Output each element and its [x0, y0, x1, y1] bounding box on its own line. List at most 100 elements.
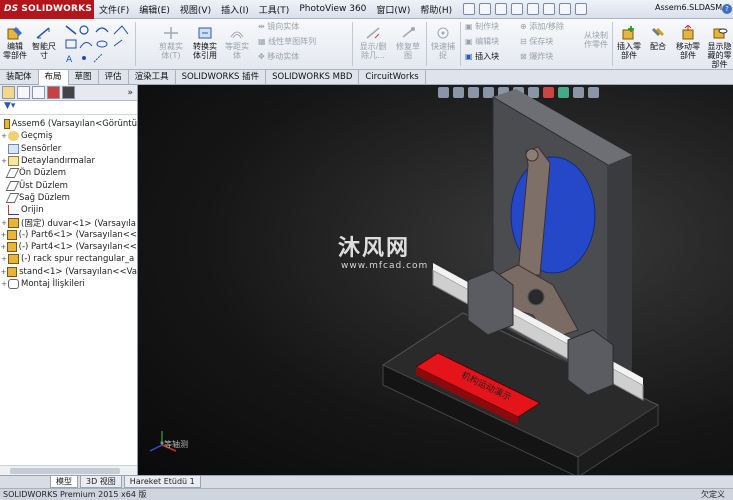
select-icon[interactable]	[543, 3, 556, 15]
display-manager-tab-icon[interactable]	[62, 86, 75, 99]
mirror-entities-button[interactable]: ⇹ 镜向实体	[258, 22, 338, 31]
configuration-tab-icon[interactable]	[32, 86, 45, 99]
expand-icon[interactable]: +	[0, 231, 7, 239]
explode-block-button[interactable]: ⊠ 爆炸块	[520, 52, 580, 61]
tree-item[interactable]: Assem6 (Varsayılan<Görüntü	[0, 118, 137, 130]
assembly-model[interactable]: 机构运动演示	[138, 85, 733, 475]
tree-item-label: Assem6 (Varsayılan<Görüntü	[11, 119, 137, 130]
tab-assembly[interactable]: 装配体	[0, 70, 39, 85]
insert-components-button[interactable]: 插入零 部件	[614, 25, 644, 60]
tree-item[interactable]: Sağ Düzlem	[0, 192, 137, 204]
part-icon	[7, 266, 18, 277]
menu-view[interactable]: 视图(V)	[175, 3, 216, 16]
scroll-thumb[interactable]	[10, 468, 120, 474]
expand-icon[interactable]: +	[0, 268, 7, 276]
help-icon[interactable]: ?	[722, 4, 732, 14]
solidworks-logo[interactable]: DS SOLIDWORKS	[0, 0, 94, 19]
tab-mbd[interactable]: SOLIDWORKS MBD	[266, 70, 360, 85]
plane-icon	[5, 180, 20, 191]
add-remove-button[interactable]: ⊕ 添加/移除	[520, 22, 580, 31]
tree-item[interactable]: + (-) Part4<1> (Varsayılan<<	[0, 241, 137, 253]
tree-item[interactable]: + (固定) duvar<1> (Varsayıla	[0, 216, 137, 229]
part-icon	[6, 229, 17, 240]
trim-entities-button[interactable]: 剪裁实 体(T)	[156, 25, 186, 60]
tree-item[interactable]: + Montaj İlişkileri	[0, 278, 137, 290]
save-icon[interactable]	[495, 3, 508, 15]
tab-render-tools[interactable]: 渲染工具	[129, 70, 176, 85]
tree-filter[interactable]: ▼▾	[0, 101, 137, 115]
tab-evaluate[interactable]: 评估	[99, 70, 129, 85]
feature-tree-tab-icon[interactable]	[2, 86, 15, 99]
part-icon	[8, 254, 19, 265]
print-icon[interactable]	[511, 3, 524, 15]
tree-item[interactable]: Orijin	[0, 204, 137, 216]
tab-circuitworks[interactable]: CircuitWorks	[359, 70, 426, 85]
insert-block-button[interactable]: ▣ 插入块	[465, 52, 523, 61]
tab-sketch[interactable]: 草图	[69, 70, 99, 85]
menu-insert[interactable]: 插入(I)	[216, 3, 254, 16]
tree-item[interactable]: + stand<1> (Varsayılan<<Va	[0, 266, 137, 278]
tree-item[interactable]: + (-) Part6<1> (Varsayılan<<	[0, 229, 137, 241]
edit-block-button[interactable]: ▣ 编辑块	[465, 37, 523, 46]
expand-icon[interactable]: +	[0, 243, 7, 251]
offset-icon	[230, 31, 244, 39]
expand-icon[interactable]: +	[0, 157, 8, 165]
undo-icon[interactable]	[527, 3, 540, 15]
tree-item-label: Orijin	[21, 205, 44, 216]
crank-pin	[525, 148, 539, 162]
repair-sketch-icon	[402, 27, 415, 38]
open-icon[interactable]	[479, 3, 492, 15]
menu-help[interactable]: 帮助(H)	[415, 3, 457, 16]
menu-tools[interactable]: 工具(T)	[254, 3, 295, 16]
tab-model[interactable]: 模型	[50, 476, 78, 488]
linear-pattern-button[interactable]: ▦ 线性草图阵列	[258, 37, 348, 46]
move-entities-button[interactable]: ✥ 移动实体	[258, 52, 338, 61]
edit-component-button[interactable]: 编辑 零部件	[2, 25, 28, 60]
tab-3d-views[interactable]: 3D 视图	[80, 476, 122, 488]
tree-item-label: Sağ Düzlem	[19, 192, 70, 203]
show-hidden-components-button[interactable]: 显示隐 藏的零 部件	[706, 25, 733, 69]
dimxpert-tab-icon[interactable]	[47, 86, 60, 99]
options-icon[interactable]	[575, 3, 588, 15]
expand-icon[interactable]: +	[0, 280, 8, 288]
expand-icon[interactable]: +	[0, 132, 8, 140]
horizontal-scrollbar[interactable]	[0, 465, 137, 475]
property-manager-tab-icon[interactable]	[17, 86, 30, 99]
menu-photoview[interactable]: PhotoView 360	[294, 4, 371, 14]
expand-icon[interactable]: +	[0, 219, 8, 227]
display-relations-button[interactable]: 显示/删 除几...	[356, 25, 390, 60]
plane-icon	[5, 192, 20, 203]
quick-snaps-button[interactable]: 快速捕 捉	[429, 25, 457, 60]
convert-entities-button[interactable]: 转换实 体引用	[190, 25, 220, 60]
make-block-button[interactable]: ▣ 制作块	[465, 22, 523, 31]
sketch-entities-icon[interactable]: A	[62, 22, 132, 66]
menu-window[interactable]: 窗口(W)	[371, 3, 415, 16]
ribbon-separator	[426, 22, 427, 66]
menu-edit[interactable]: 编辑(E)	[134, 3, 175, 16]
new-icon[interactable]	[463, 3, 476, 15]
menu-file[interactable]: 文件(F)	[94, 3, 134, 16]
graphics-viewport[interactable]: 机构运动演示 沐风网 www.mfcad.com *等轴测	[138, 85, 733, 475]
tree-item[interactable]: Ön Düzlem	[0, 167, 137, 179]
tree-item[interactable]: + Detaylandırmalar	[0, 155, 137, 167]
tree-item[interactable]: Üst Düzlem	[0, 179, 137, 191]
move-component-button[interactable]: 移动零 部件	[672, 25, 704, 60]
tree-item[interactable]: + (-) rack spur rectangular_a	[0, 253, 137, 265]
block-to-part-button[interactable]: 从块制 作零件	[579, 31, 613, 49]
tab-motion-study[interactable]: Hareket Etüdü 1	[123, 476, 201, 488]
status-product: SOLIDWORKS Premium 2015 x64 版	[3, 490, 147, 499]
tree-item[interactable]: Sensörler	[0, 143, 137, 155]
tree-item[interactable]: + Geçmiş	[0, 130, 137, 142]
offset-entities-button[interactable]: 等距实 体	[224, 25, 250, 60]
save-block-button[interactable]: ⊟ 保存块	[520, 37, 580, 46]
mate-button[interactable]: 配合	[646, 25, 670, 51]
chevron-right-icon[interactable]: »	[127, 88, 133, 98]
repair-sketch-button[interactable]: 修复草 图	[393, 25, 423, 60]
expand-icon[interactable]: +	[0, 255, 8, 263]
smart-dimension-button[interactable]: 智能尺 寸	[29, 25, 59, 60]
rebuild-icon[interactable]	[559, 3, 572, 15]
tree-item-label: (-) Part6<1> (Varsayılan<<	[18, 229, 137, 240]
tab-addins[interactable]: SOLIDWORKS 插件	[176, 70, 267, 85]
ribbon-separator	[612, 22, 613, 66]
tab-layout[interactable]: 布局	[38, 70, 69, 85]
